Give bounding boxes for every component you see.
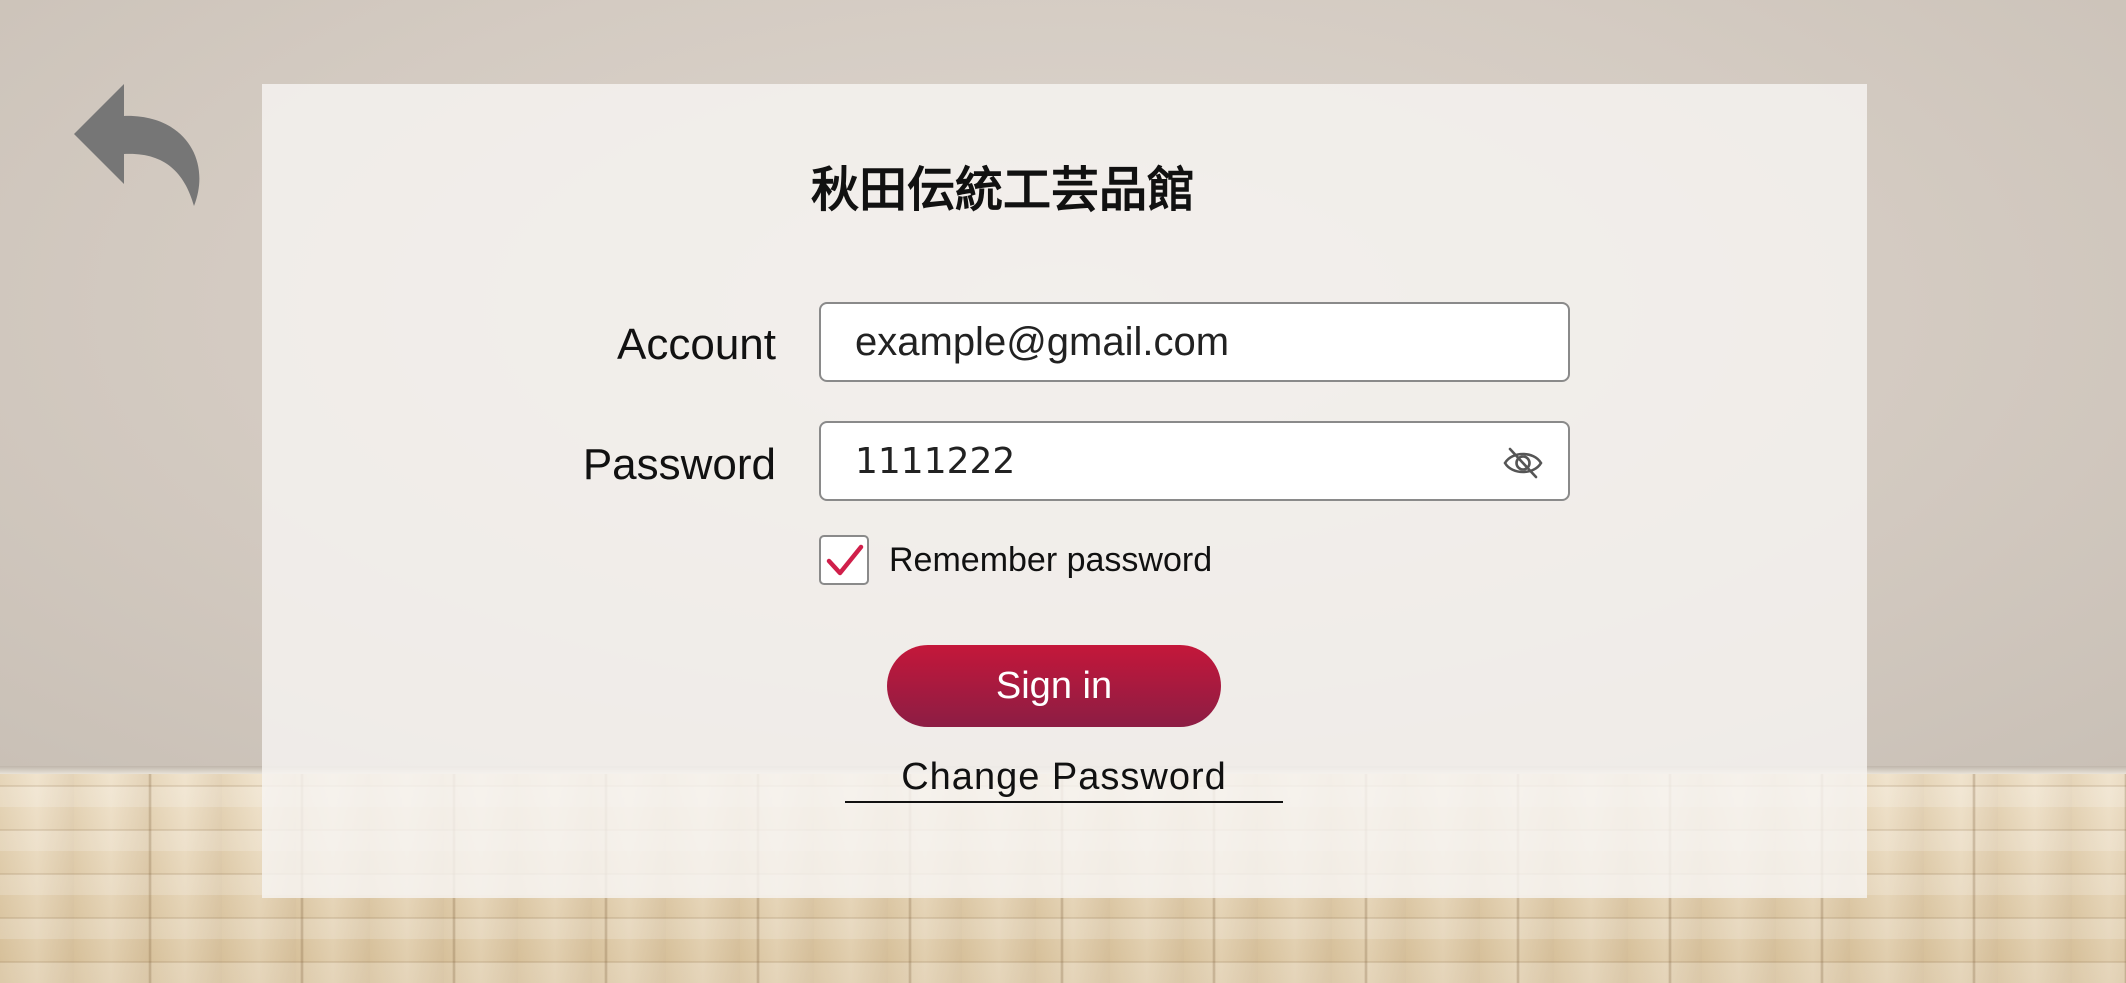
password-input[interactable] — [855, 423, 1495, 499]
page-title: 秋田伝統工芸品館 — [810, 162, 1195, 218]
sign-in-button[interactable]: Sign in — [887, 645, 1221, 727]
account-field-box[interactable] — [819, 302, 1570, 382]
change-password-link[interactable]: Change Password — [845, 756, 1283, 803]
password-label: Password — [582, 440, 776, 489]
checkmark-icon — [826, 544, 864, 576]
remember-password-row: Remember password — [819, 533, 1212, 587]
password-field-box[interactable] — [819, 421, 1570, 501]
remember-password-checkbox[interactable] — [819, 535, 869, 585]
account-input[interactable] — [855, 304, 1495, 380]
account-label: Account — [617, 320, 776, 369]
remember-password-label: Remember password — [889, 540, 1213, 579]
password-visibility-toggle[interactable] — [1502, 445, 1544, 481]
login-screen: 秋田伝統工芸品館 Account Password Remember passw… — [0, 0, 2126, 983]
eye-slash-icon — [1503, 447, 1543, 479]
